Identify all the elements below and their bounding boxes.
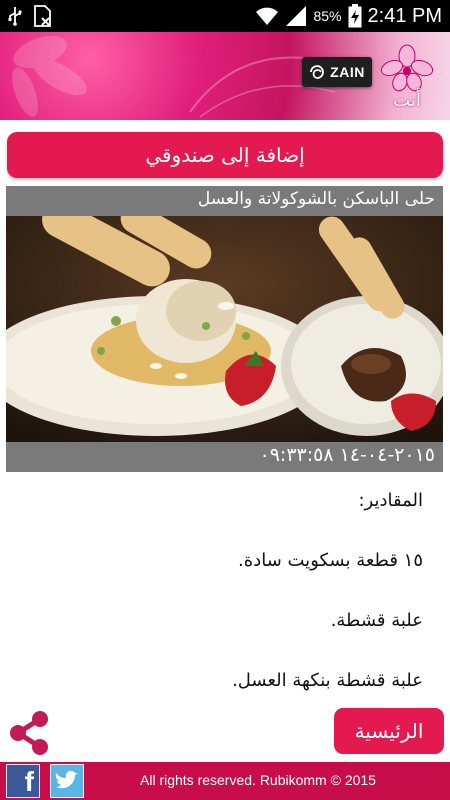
- zain-logo: ZAIN: [302, 57, 372, 87]
- ingredient-line: ١٥ قطعة بسكويت سادة.: [238, 550, 423, 571]
- home-button[interactable]: الرئيسية: [334, 708, 444, 754]
- article-datetime: ٢٠١٥-٠٤-١٤ ٠٩:٣٣:٥٨: [6, 442, 443, 472]
- app-logo-text: أنت: [393, 90, 421, 111]
- status-bar: 85% 2:41 PM: [0, 0, 450, 32]
- usb-icon: [8, 6, 22, 26]
- copyright-text: All rights reserved. Rubikomm © 2015: [140, 772, 376, 788]
- decor-flower-icon: [12, 35, 87, 117]
- wifi-icon: [255, 6, 279, 26]
- ingredients-heading: المقادير:: [358, 490, 423, 511]
- zain-swirl-icon: [310, 65, 325, 79]
- battery-charging-icon: [348, 4, 362, 28]
- orchid-logo-icon: [380, 44, 434, 92]
- no-sim-icon: [32, 5, 54, 27]
- dessert-photo: [6, 216, 443, 442]
- signal-icon: [285, 5, 307, 27]
- article-body: المقادير: ١٥ قطعة بسكويت سادة. علبة قشطة…: [6, 472, 443, 704]
- ingredient-line: علبة قشطة.: [330, 610, 423, 631]
- clock: 2:41 PM: [367, 4, 442, 27]
- twitter-icon[interactable]: [50, 764, 84, 798]
- app-screen: 85% 2:41 PM ZAIN أنت إضافة إلى صندوقي حل…: [0, 0, 450, 800]
- share-icon[interactable]: [6, 708, 52, 756]
- facebook-icon[interactable]: f: [6, 764, 40, 798]
- ingredient-line: علبة قشطة بنكهة العسل.: [232, 670, 423, 691]
- add-to-my-box-button[interactable]: إضافة إلى صندوقي: [7, 132, 443, 178]
- article-title: حلى الباسكن بالشوكولاتة والعسل: [6, 186, 443, 216]
- app-logo: أنت: [376, 44, 438, 116]
- battery-percent: 85%: [313, 8, 342, 24]
- zain-logo-text: ZAIN: [330, 64, 365, 80]
